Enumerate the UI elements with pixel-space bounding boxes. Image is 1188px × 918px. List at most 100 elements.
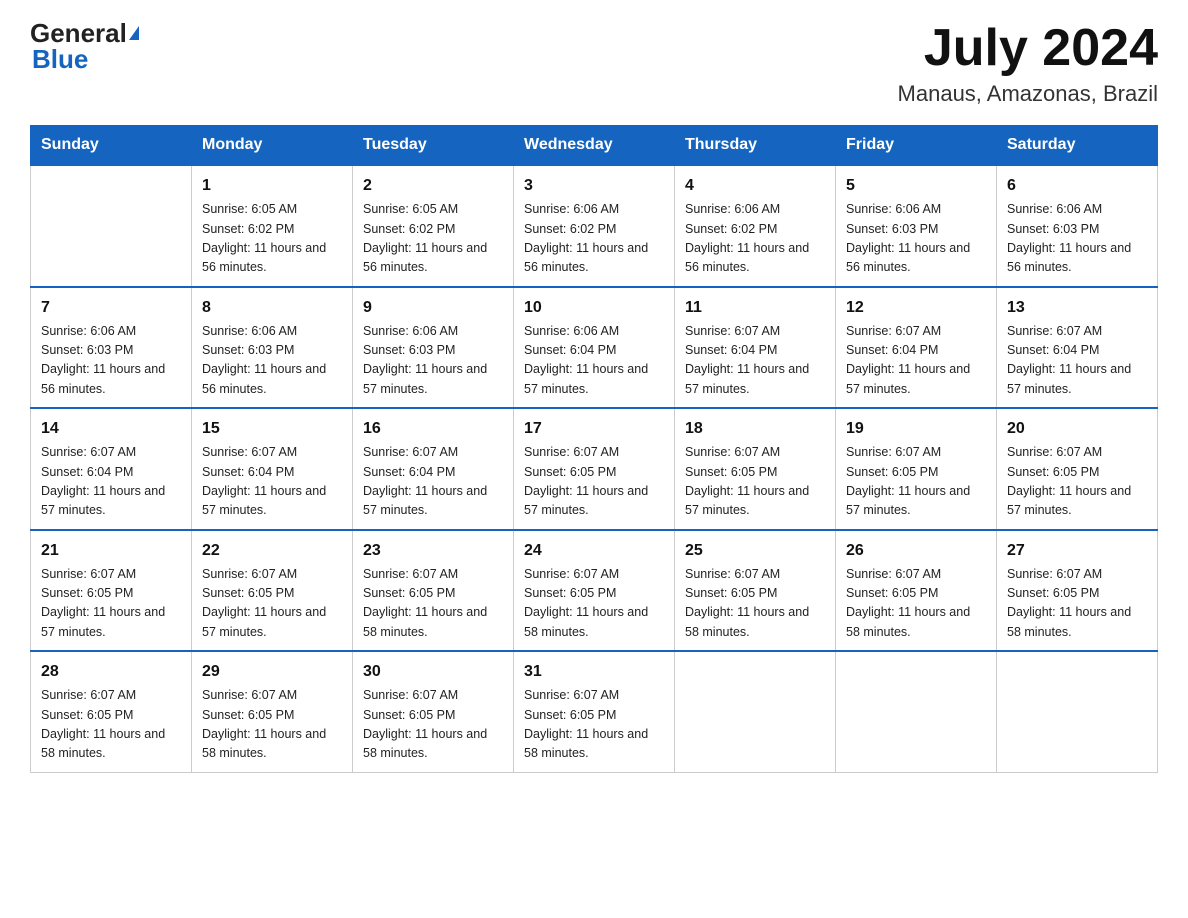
- day-number: 18: [685, 417, 825, 441]
- day-number: 29: [202, 660, 342, 684]
- calendar-cell: 6Sunrise: 6:06 AMSunset: 6:03 PMDaylight…: [997, 165, 1158, 287]
- calendar-cell: 23Sunrise: 6:07 AMSunset: 6:05 PMDayligh…: [353, 530, 514, 652]
- day-number: 1: [202, 174, 342, 198]
- day-number: 27: [1007, 539, 1147, 563]
- calendar-cell: 14Sunrise: 6:07 AMSunset: 6:04 PMDayligh…: [31, 408, 192, 530]
- day-number: 28: [41, 660, 181, 684]
- logo-blue-text: Blue: [32, 46, 88, 72]
- day-info: Sunrise: 6:06 AMSunset: 6:02 PMDaylight:…: [524, 200, 664, 278]
- logo-general-text: General: [30, 20, 127, 46]
- day-number: 12: [846, 296, 986, 320]
- calendar-cell: 4Sunrise: 6:06 AMSunset: 6:02 PMDaylight…: [675, 165, 836, 287]
- day-number: 22: [202, 539, 342, 563]
- calendar-cell: 17Sunrise: 6:07 AMSunset: 6:05 PMDayligh…: [514, 408, 675, 530]
- calendar-cell: 8Sunrise: 6:06 AMSunset: 6:03 PMDaylight…: [192, 287, 353, 409]
- day-number: 25: [685, 539, 825, 563]
- calendar-cell: 10Sunrise: 6:06 AMSunset: 6:04 PMDayligh…: [514, 287, 675, 409]
- day-info: Sunrise: 6:07 AMSunset: 6:04 PMDaylight:…: [41, 443, 181, 521]
- day-info: Sunrise: 6:07 AMSunset: 6:05 PMDaylight:…: [524, 686, 664, 764]
- day-header-monday: Monday: [192, 126, 353, 166]
- calendar-cell: [836, 651, 997, 772]
- calendar-cell: 24Sunrise: 6:07 AMSunset: 6:05 PMDayligh…: [514, 530, 675, 652]
- day-info: Sunrise: 6:07 AMSunset: 6:05 PMDaylight:…: [41, 686, 181, 764]
- calendar-cell: 11Sunrise: 6:07 AMSunset: 6:04 PMDayligh…: [675, 287, 836, 409]
- day-number: 10: [524, 296, 664, 320]
- day-info: Sunrise: 6:07 AMSunset: 6:05 PMDaylight:…: [846, 565, 986, 643]
- title-area: July 2024 Manaus, Amazonas, Brazil: [898, 20, 1158, 107]
- calendar-cell: 5Sunrise: 6:06 AMSunset: 6:03 PMDaylight…: [836, 165, 997, 287]
- day-number: 14: [41, 417, 181, 441]
- day-header-tuesday: Tuesday: [353, 126, 514, 166]
- logo-triangle-icon: [129, 26, 139, 40]
- day-info: Sunrise: 6:07 AMSunset: 6:05 PMDaylight:…: [41, 565, 181, 643]
- day-info: Sunrise: 6:07 AMSunset: 6:05 PMDaylight:…: [524, 565, 664, 643]
- day-number: 7: [41, 296, 181, 320]
- day-info: Sunrise: 6:07 AMSunset: 6:05 PMDaylight:…: [685, 565, 825, 643]
- day-info: Sunrise: 6:07 AMSunset: 6:05 PMDaylight:…: [202, 565, 342, 643]
- calendar-cell: 26Sunrise: 6:07 AMSunset: 6:05 PMDayligh…: [836, 530, 997, 652]
- calendar-cell: 28Sunrise: 6:07 AMSunset: 6:05 PMDayligh…: [31, 651, 192, 772]
- calendar-cell: 12Sunrise: 6:07 AMSunset: 6:04 PMDayligh…: [836, 287, 997, 409]
- calendar-week-row: 14Sunrise: 6:07 AMSunset: 6:04 PMDayligh…: [31, 408, 1158, 530]
- day-number: 23: [363, 539, 503, 563]
- day-info: Sunrise: 6:06 AMSunset: 6:03 PMDaylight:…: [41, 322, 181, 400]
- day-info: Sunrise: 6:07 AMSunset: 6:05 PMDaylight:…: [1007, 565, 1147, 643]
- calendar-cell: 1Sunrise: 6:05 AMSunset: 6:02 PMDaylight…: [192, 165, 353, 287]
- day-info: Sunrise: 6:07 AMSunset: 6:05 PMDaylight:…: [524, 443, 664, 521]
- page-title: July 2024: [898, 20, 1158, 77]
- day-number: 16: [363, 417, 503, 441]
- day-header-sunday: Sunday: [31, 126, 192, 166]
- day-number: 8: [202, 296, 342, 320]
- day-number: 31: [524, 660, 664, 684]
- calendar-week-row: 1Sunrise: 6:05 AMSunset: 6:02 PMDaylight…: [31, 165, 1158, 287]
- day-info: Sunrise: 6:06 AMSunset: 6:03 PMDaylight:…: [846, 200, 986, 278]
- calendar-cell: 15Sunrise: 6:07 AMSunset: 6:04 PMDayligh…: [192, 408, 353, 530]
- calendar-cell: [997, 651, 1158, 772]
- calendar-cell: 25Sunrise: 6:07 AMSunset: 6:05 PMDayligh…: [675, 530, 836, 652]
- calendar-cell: 29Sunrise: 6:07 AMSunset: 6:05 PMDayligh…: [192, 651, 353, 772]
- day-info: Sunrise: 6:07 AMSunset: 6:05 PMDaylight:…: [202, 686, 342, 764]
- calendar-header-row: SundayMondayTuesdayWednesdayThursdayFrid…: [31, 126, 1158, 166]
- day-number: 15: [202, 417, 342, 441]
- day-number: 26: [846, 539, 986, 563]
- day-number: 24: [524, 539, 664, 563]
- day-info: Sunrise: 6:06 AMSunset: 6:03 PMDaylight:…: [202, 322, 342, 400]
- calendar-cell: 3Sunrise: 6:06 AMSunset: 6:02 PMDaylight…: [514, 165, 675, 287]
- day-number: 17: [524, 417, 664, 441]
- day-info: Sunrise: 6:07 AMSunset: 6:05 PMDaylight:…: [363, 565, 503, 643]
- day-info: Sunrise: 6:05 AMSunset: 6:02 PMDaylight:…: [202, 200, 342, 278]
- day-number: 9: [363, 296, 503, 320]
- day-number: 2: [363, 174, 503, 198]
- day-info: Sunrise: 6:07 AMSunset: 6:04 PMDaylight:…: [363, 443, 503, 521]
- day-header-friday: Friday: [836, 126, 997, 166]
- page-header: General Blue July 2024 Manaus, Amazonas,…: [30, 20, 1158, 107]
- day-header-wednesday: Wednesday: [514, 126, 675, 166]
- calendar-week-row: 28Sunrise: 6:07 AMSunset: 6:05 PMDayligh…: [31, 651, 1158, 772]
- calendar-cell: 7Sunrise: 6:06 AMSunset: 6:03 PMDaylight…: [31, 287, 192, 409]
- day-number: 5: [846, 174, 986, 198]
- day-info: Sunrise: 6:06 AMSunset: 6:02 PMDaylight:…: [685, 200, 825, 278]
- day-header-thursday: Thursday: [675, 126, 836, 166]
- calendar-cell: 13Sunrise: 6:07 AMSunset: 6:04 PMDayligh…: [997, 287, 1158, 409]
- calendar-cell: 22Sunrise: 6:07 AMSunset: 6:05 PMDayligh…: [192, 530, 353, 652]
- day-info: Sunrise: 6:07 AMSunset: 6:04 PMDaylight:…: [846, 322, 986, 400]
- logo: General Blue: [30, 20, 139, 72]
- calendar-cell: 19Sunrise: 6:07 AMSunset: 6:05 PMDayligh…: [836, 408, 997, 530]
- day-info: Sunrise: 6:06 AMSunset: 6:04 PMDaylight:…: [524, 322, 664, 400]
- calendar-cell: 31Sunrise: 6:07 AMSunset: 6:05 PMDayligh…: [514, 651, 675, 772]
- day-info: Sunrise: 6:07 AMSunset: 6:05 PMDaylight:…: [363, 686, 503, 764]
- calendar-cell: 27Sunrise: 6:07 AMSunset: 6:05 PMDayligh…: [997, 530, 1158, 652]
- calendar-cell: 30Sunrise: 6:07 AMSunset: 6:05 PMDayligh…: [353, 651, 514, 772]
- day-number: 6: [1007, 174, 1147, 198]
- day-info: Sunrise: 6:07 AMSunset: 6:04 PMDaylight:…: [1007, 322, 1147, 400]
- calendar-cell: [675, 651, 836, 772]
- day-number: 20: [1007, 417, 1147, 441]
- calendar-table: SundayMondayTuesdayWednesdayThursdayFrid…: [30, 125, 1158, 773]
- calendar-week-row: 21Sunrise: 6:07 AMSunset: 6:05 PMDayligh…: [31, 530, 1158, 652]
- page-subtitle: Manaus, Amazonas, Brazil: [898, 81, 1158, 107]
- calendar-cell: 21Sunrise: 6:07 AMSunset: 6:05 PMDayligh…: [31, 530, 192, 652]
- day-info: Sunrise: 6:06 AMSunset: 6:03 PMDaylight:…: [363, 322, 503, 400]
- day-info: Sunrise: 6:07 AMSunset: 6:05 PMDaylight:…: [846, 443, 986, 521]
- day-info: Sunrise: 6:05 AMSunset: 6:02 PMDaylight:…: [363, 200, 503, 278]
- calendar-cell: 20Sunrise: 6:07 AMSunset: 6:05 PMDayligh…: [997, 408, 1158, 530]
